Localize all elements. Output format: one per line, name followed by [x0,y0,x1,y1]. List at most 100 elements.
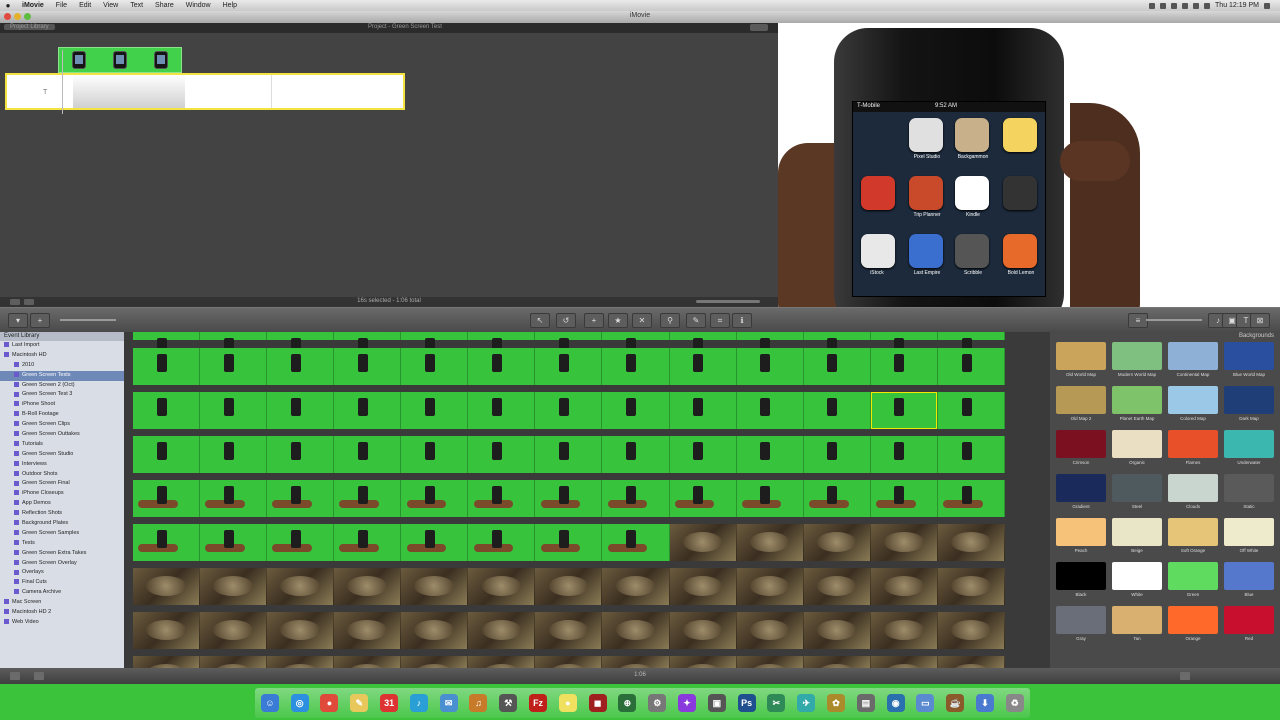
event-item[interactable]: iPhone Closeups [0,489,124,499]
background-thumbnail[interactable] [1056,386,1106,414]
filmstrip[interactable] [133,392,1005,429]
guitar-icon[interactable]: ♫ [469,694,488,712]
event-item[interactable]: Final Cuts [0,578,124,588]
background-thumbnail[interactable] [1056,342,1106,370]
background-thumbnail[interactable] [1112,518,1162,546]
keyword-button[interactable]: ⚲ [660,313,680,328]
event-item[interactable]: Web Video [0,618,124,628]
xcode-icon[interactable]: ⚒ [499,694,518,712]
status-icon[interactable] [1160,2,1167,9]
background-thumbnail[interactable] [1168,474,1218,502]
menu-window[interactable]: Window [180,2,217,9]
spotlight-icon[interactable] [1264,2,1270,9]
voiceover-button[interactable]: ✎ [686,313,706,328]
arrow-tool-button[interactable]: ↖ [530,313,550,328]
mail-icon[interactable]: ✉ [439,694,458,712]
background-thumbnail[interactable] [1224,518,1274,546]
background-thumbnail[interactable] [1112,562,1162,590]
background-thumbnail[interactable] [1056,518,1106,546]
event-item[interactable]: Green Screen Outtakes [0,430,124,440]
event-item[interactable]: Last Import [0,341,124,351]
event-item[interactable]: Camera Archive [0,588,124,598]
reject-button[interactable]: ✕ [632,313,652,328]
event-item[interactable]: Macintosh HD 2 [0,608,124,618]
background-thumbnail[interactable] [1168,606,1218,634]
green-screen-clip[interactable] [58,47,182,73]
event-item[interactable]: Green Screen Tests [0,370,124,381]
event-item[interactable]: Green Screen Overlay [0,559,124,569]
background-thumbnail[interactable] [1224,606,1274,634]
cup-icon[interactable]: ☕ [946,694,965,712]
event-item[interactable]: B-Roll Footage [0,410,124,420]
event-item[interactable]: Green Screen Test 3 [0,390,124,400]
background-thumbnail[interactable] [1168,518,1218,546]
filmstrip[interactable] [133,568,1005,605]
filmstrip[interactable] [133,524,1005,561]
background-thumbnail[interactable] [1224,562,1274,590]
menubar-clock[interactable]: Thu 12:19 PM [1215,2,1259,9]
event-item[interactable]: Green Screen 2 (Oct) [0,381,124,391]
ball-icon[interactable]: ● [558,694,577,712]
background-thumbnail[interactable] [1056,430,1106,458]
background-thumbnail[interactable] [1056,562,1106,590]
inspector-button[interactable]: ℹ [732,313,752,328]
dashboard-icon[interactable]: ⊕ [618,694,637,712]
filmstrip[interactable] [133,436,1005,473]
event-item[interactable]: Overlays [0,568,124,578]
background-thumbnail[interactable] [1168,386,1218,414]
thumbnail-size-slider[interactable] [60,319,116,321]
battery-icon[interactable] [1204,2,1211,9]
trash-icon[interactable]: ♻ [1005,694,1024,712]
background-thumbnail[interactable] [1056,474,1106,502]
photobooth-icon[interactable]: ◼ [588,694,607,712]
filter-button[interactable]: ≡ [1128,313,1148,328]
background-clip[interactable]: T [5,73,405,110]
menu-app-name[interactable]: iMovie [16,2,50,9]
tool1-icon[interactable]: ✂ [767,694,786,712]
event-item[interactable]: Green Screen Extra Takes [0,549,124,559]
event-item[interactable]: Outdoor Shots [0,470,124,480]
ical2-icon[interactable]: ▣ [707,694,726,712]
menu-file[interactable]: File [50,2,73,9]
project-library-button[interactable]: Project Library [4,24,55,30]
ical-icon[interactable]: 31 [380,694,399,712]
filmstrip[interactable] [133,480,1005,517]
menu-edit[interactable]: Edit [73,2,97,9]
filmstrip[interactable] [133,348,1005,385]
project-options-button[interactable] [750,24,768,31]
audio-slider[interactable] [1146,319,1202,321]
event-item[interactable]: Tutorials [0,440,124,450]
spotlight-icon[interactable]: ◉ [886,694,905,712]
event-item[interactable]: Green Screen Studio [0,450,124,460]
event-item[interactable]: App Demos [0,499,124,509]
event-item[interactable]: Interviews [0,460,124,470]
itunes-icon[interactable]: ♪ [409,694,428,712]
background-thumbnail[interactable] [1224,342,1274,370]
event-item[interactable]: 2010 [0,361,124,371]
playhead[interactable] [62,50,63,114]
favorite-button[interactable]: ★ [608,313,628,328]
notes-icon[interactable]: ✎ [350,694,369,712]
event-item[interactable]: Tests [0,539,124,549]
filmstrip[interactable] [133,656,1005,668]
menu-view[interactable]: View [97,2,124,9]
status-icon[interactable] [1171,2,1178,9]
preview-icon[interactable]: ▤ [856,694,875,712]
crop-button[interactable]: ⌗ [710,313,730,328]
undo-icon[interactable]: ↺ [556,313,576,328]
view-menu-button[interactable]: ▾ [8,313,28,328]
menu-text[interactable]: Text [124,2,149,9]
event-item[interactable]: Mac Screen [0,598,124,608]
background-thumbnail[interactable] [1112,430,1162,458]
menu-help[interactable]: Help [217,2,243,9]
chrome-icon[interactable]: ● [320,694,339,712]
folder-icon[interactable]: ▭ [916,694,935,712]
background-thumbnail[interactable] [1168,342,1218,370]
background-thumbnail[interactable] [1168,562,1218,590]
volume-icon[interactable] [1193,2,1200,9]
tool2-icon[interactable]: ✈ [797,694,816,712]
finder-icon[interactable]: ☺ [260,694,279,712]
filmstrip[interactable] [133,612,1005,649]
event-item[interactable]: Green Screen Final [0,479,124,489]
photoshop-icon[interactable]: Ps [737,694,756,712]
